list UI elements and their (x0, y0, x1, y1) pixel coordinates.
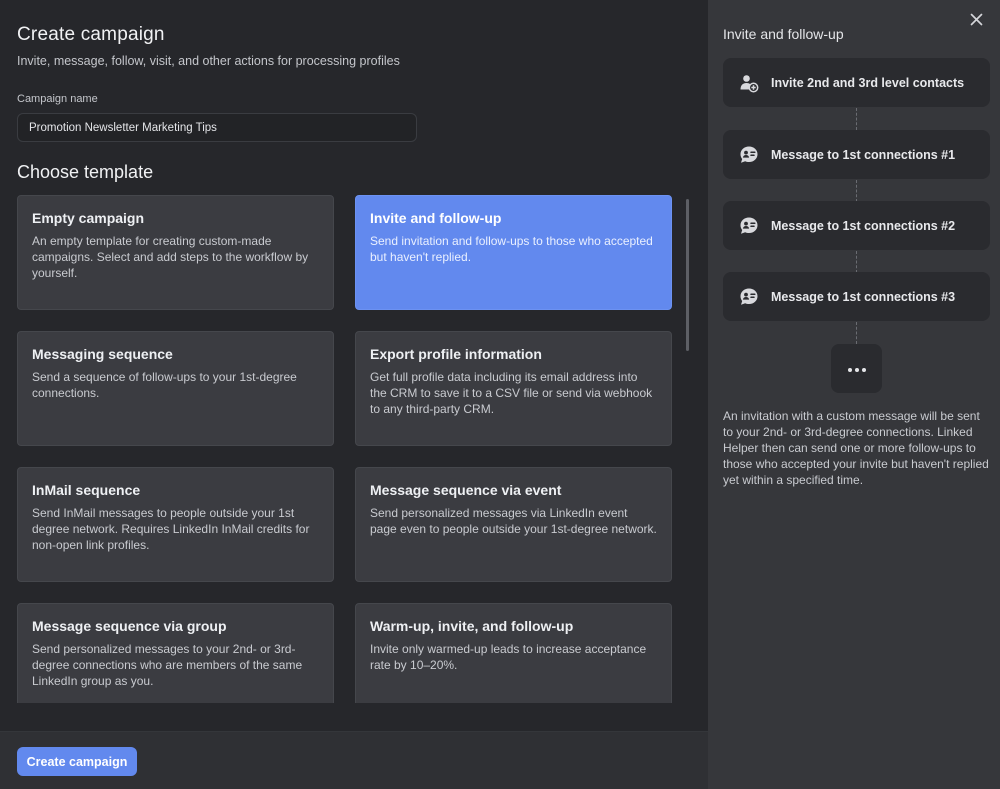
page-title: Create campaign (17, 24, 165, 45)
footer-bar: Create campaign (0, 731, 708, 789)
page-subtitle: Invite, message, follow, visit, and othe… (17, 54, 400, 68)
template-card-title: Warm-up, invite, and follow-up (370, 618, 574, 634)
add-person-icon (738, 72, 760, 94)
campaign-name-input[interactable] (17, 113, 417, 142)
workflow-step-invite[interactable]: Invite 2nd and 3rd level contacts (723, 58, 990, 107)
workflow-connector (856, 180, 857, 202)
message-person-icon (738, 286, 760, 308)
message-person-icon (738, 215, 760, 237)
template-card-description: An empty template for creating custom-ma… (32, 234, 309, 280)
preview-description: An invitation with a custom message will… (723, 409, 989, 487)
template-card-title: Invite and follow-up (370, 210, 502, 226)
campaign-name-label: Campaign name (17, 93, 98, 105)
workflow-step-label: Message to 1st connections #2 (771, 218, 956, 233)
template-card-title: Messaging sequence (32, 346, 173, 362)
template-card-export-profile-information[interactable]: Export profile information Get full prof… (355, 331, 672, 446)
workflow-step-label: Message to 1st connections #3 (771, 289, 956, 304)
close-icon[interactable] (965, 8, 987, 30)
workflow-connector (856, 251, 857, 273)
create-campaign-button[interactable]: Create campaign (17, 747, 137, 776)
workflow-step-label: Invite 2nd and 3rd level contacts (771, 75, 965, 90)
workflow-step-message-1[interactable]: Message to 1st connections #1 (723, 130, 990, 179)
template-card-empty-campaign[interactable]: Empty campaign An empty template for cre… (17, 195, 334, 310)
template-card-description: Send a sequence of follow-ups to your 1s… (32, 370, 297, 400)
workflow-step-label: Message to 1st connections #1 (771, 147, 956, 162)
template-card-description: Send personalized messages via LinkedIn … (370, 506, 657, 536)
template-card-messaging-sequence[interactable]: Messaging sequence Send a sequence of fo… (17, 331, 334, 446)
create-campaign-pane: Create campaign Invite, message, follow,… (0, 0, 708, 789)
template-card-description: Send personalized messages to your 2nd- … (32, 642, 303, 688)
template-card-message-sequence-via-event[interactable]: Message sequence via event Send personal… (355, 467, 672, 582)
more-steps-button[interactable] (831, 344, 882, 393)
template-preview-pane: Invite and follow-up Invite 2nd and 3rd … (708, 0, 1000, 789)
preview-title: Invite and follow-up (723, 26, 844, 42)
template-card-title: Message sequence via event (370, 482, 562, 498)
template-card-title: Empty campaign (32, 210, 145, 226)
template-card-description: Get full profile data including its emai… (370, 370, 653, 416)
template-card-invite-and-follow-up[interactable]: Invite and follow-up Send invitation and… (355, 195, 672, 310)
workflow-connector (856, 322, 857, 344)
template-grid: Empty campaign An empty template for cre… (0, 195, 708, 703)
message-person-icon (738, 144, 760, 166)
template-card-title: InMail sequence (32, 482, 141, 498)
template-card-message-sequence-via-group[interactable]: Message sequence via group Send personal… (17, 603, 334, 703)
template-card-title: Export profile information (370, 346, 542, 362)
template-card-title: Message sequence via group (32, 618, 227, 634)
template-grid-scrollbar[interactable] (686, 199, 689, 351)
workflow-connector (856, 108, 857, 130)
workflow-step-message-3[interactable]: Message to 1st connections #3 (723, 272, 990, 321)
template-card-description: Send invitation and follow-ups to those … (370, 234, 653, 264)
template-card-description: Invite only warmed-up leads to increase … (370, 642, 647, 672)
template-card-description: Send InMail messages to people outside y… (32, 506, 310, 552)
template-card-warm-up-invite-and-follow-up[interactable]: Warm-up, invite, and follow-up Invite on… (355, 603, 672, 703)
choose-template-title: Choose template (17, 162, 154, 182)
workflow-step-message-2[interactable]: Message to 1st connections #2 (723, 201, 990, 250)
more-dots-icon (847, 360, 867, 378)
template-card-inmail-sequence[interactable]: InMail sequence Send InMail messages to … (17, 467, 334, 582)
